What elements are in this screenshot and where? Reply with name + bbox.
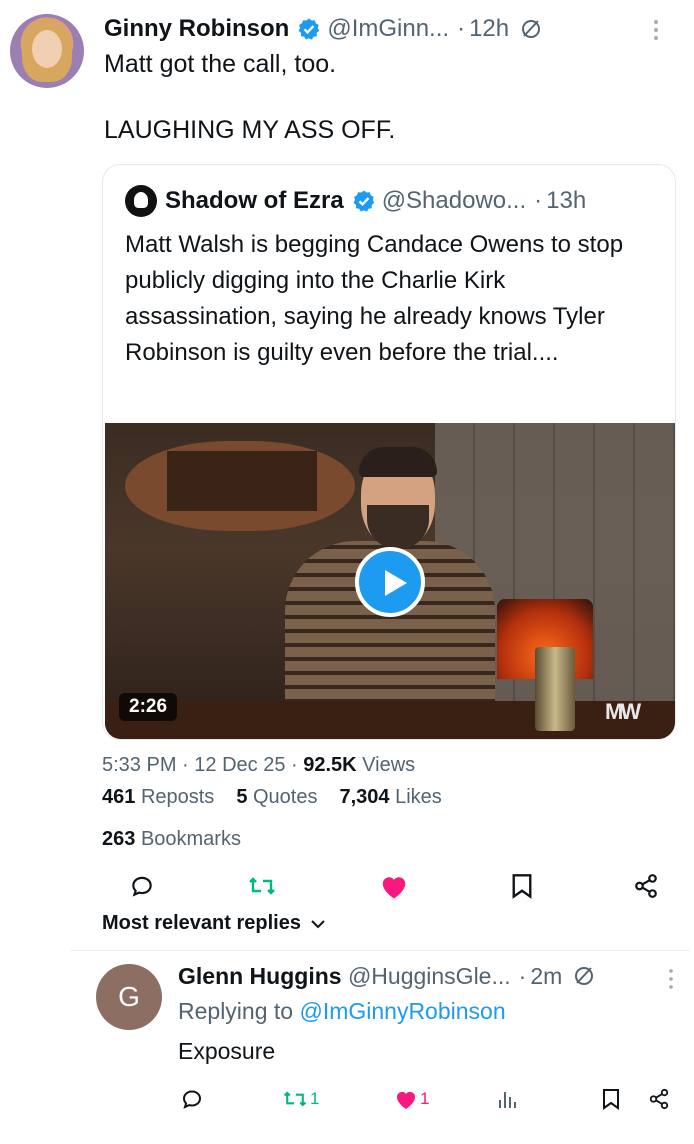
separator-dot: · bbox=[534, 187, 543, 214]
reply-header: Glenn Huggins @HugginsGle... · 2m bbox=[178, 960, 596, 992]
more-options-icon[interactable] bbox=[666, 966, 676, 992]
quotes-stat[interactable]: 5 Quotes bbox=[236, 786, 317, 809]
replying-to-mention[interactable]: @ImGinnyRobinson bbox=[299, 998, 505, 1024]
verified-badge-icon bbox=[298, 18, 320, 40]
reposts-stat[interactable]: 461 Reposts bbox=[102, 786, 214, 809]
reply-display-name[interactable]: Glenn Huggins bbox=[178, 963, 342, 990]
separator-dot: · bbox=[518, 962, 527, 989]
reply-repost-button[interactable]: 1 bbox=[282, 1084, 319, 1114]
bookmark-icon[interactable] bbox=[506, 870, 538, 902]
reply-author-avatar[interactable]: G bbox=[96, 964, 162, 1030]
video-player[interactable]: 2:26 MW bbox=[105, 423, 675, 739]
repost-icon bbox=[283, 1091, 307, 1107]
reply-time[interactable]: 2m bbox=[530, 963, 562, 990]
engagement-stats: 461 Reposts 5 Quotes 7,304 Likes bbox=[102, 786, 442, 809]
post-date: 12 Dec 25 bbox=[194, 754, 286, 776]
separator-dot: · bbox=[457, 15, 466, 42]
replies-sort-dropdown[interactable]: Most relevant replies bbox=[102, 912, 325, 935]
share-icon[interactable] bbox=[648, 1084, 670, 1114]
bookmarks-stat[interactable]: 263 Bookmarks bbox=[102, 828, 241, 851]
like-icon[interactable] bbox=[378, 870, 410, 902]
divider bbox=[70, 950, 690, 951]
tweet-text: Matt got the call, too. LAUGHING MY ASS … bbox=[104, 50, 396, 144]
replies-sort-label: Most relevant replies bbox=[102, 912, 301, 934]
quoted-time[interactable]: 13h bbox=[546, 187, 586, 215]
quoted-tweet-card[interactable]: Shadow of Ezra @Shadowo... · 13h Matt Wa… bbox=[102, 164, 676, 740]
reply-action-bar: 1 1 bbox=[178, 1084, 678, 1114]
reply-like-count: 1 bbox=[420, 1089, 430, 1108]
action-bar bbox=[102, 870, 662, 902]
views-label: Views bbox=[362, 754, 416, 776]
share-icon[interactable] bbox=[630, 870, 662, 902]
replying-to-line: Replying to @ImGinnyRobinson bbox=[178, 998, 506, 1024]
chevron-down-icon bbox=[311, 919, 325, 928]
likes-stat[interactable]: 7,304 Likes bbox=[339, 786, 441, 809]
quoted-handle[interactable]: @Shadowo... bbox=[382, 187, 526, 215]
quoted-display-name[interactable]: Shadow of Ezra bbox=[165, 187, 344, 215]
reply-icon[interactable] bbox=[180, 1084, 204, 1114]
repost-icon[interactable] bbox=[246, 870, 278, 902]
more-options-icon[interactable] bbox=[650, 16, 662, 44]
views-icon[interactable] bbox=[496, 1084, 518, 1114]
grok-icon[interactable] bbox=[519, 17, 543, 41]
author-display-name[interactable]: Ginny Robinson bbox=[104, 15, 289, 43]
bookmark-icon[interactable] bbox=[602, 1084, 620, 1114]
verified-badge-icon bbox=[353, 190, 374, 212]
play-button-icon[interactable] bbox=[355, 547, 425, 617]
reply-icon[interactable] bbox=[126, 870, 158, 902]
video-duration: 2:26 bbox=[119, 693, 178, 721]
quoted-tweet-text: Matt Walsh is begging Candace Owens to s… bbox=[125, 231, 624, 366]
quoted-author-avatar[interactable] bbox=[125, 185, 157, 217]
quoted-tweet-header: Shadow of Ezra @Shadowo... · 13h bbox=[125, 185, 586, 217]
reply-text: Exposure bbox=[178, 1038, 276, 1064]
views-count: 92.5K bbox=[303, 754, 357, 776]
like-icon bbox=[397, 1092, 415, 1109]
tweet-meta: 5:33 PM · 12 Dec 25 · 92.5K Views bbox=[102, 754, 416, 776]
author-handle[interactable]: @ImGinn... bbox=[327, 15, 449, 43]
grok-icon[interactable] bbox=[572, 964, 596, 988]
tweet-time[interactable]: 12h bbox=[469, 15, 509, 43]
reply-handle[interactable]: @HugginsGle... bbox=[348, 963, 511, 990]
reply-repost-count: 1 bbox=[310, 1089, 320, 1108]
tweet-header: Ginny Robinson @ImGinn... · 12h bbox=[104, 12, 543, 46]
reply-like-button[interactable]: 1 bbox=[394, 1084, 429, 1114]
author-avatar[interactable] bbox=[10, 14, 84, 88]
brand-watermark: MW bbox=[605, 699, 641, 724]
post-time: 5:33 PM bbox=[102, 754, 177, 776]
